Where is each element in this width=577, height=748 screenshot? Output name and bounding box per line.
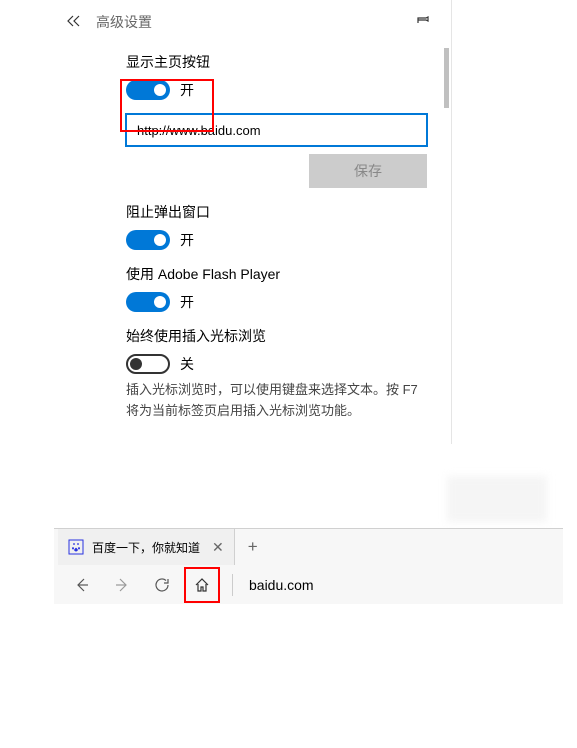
blurred-region xyxy=(447,476,547,522)
home-url-section: 保存 xyxy=(54,114,451,202)
address-separator xyxy=(232,574,233,596)
tab-title: 百度一下，你就知道 xyxy=(92,539,200,556)
block-popups-section: 阻止弹出窗口 开 xyxy=(54,202,451,264)
caret-browsing-label: 始终使用插入光标浏览 xyxy=(126,326,427,346)
save-button[interactable]: 保存 xyxy=(309,154,427,188)
new-tab-button[interactable]: + xyxy=(235,529,271,565)
browser-chrome: 百度一下，你就知道 ✕ + baidu.com xyxy=(54,528,563,604)
home-button[interactable] xyxy=(184,567,220,603)
nav-row: baidu.com xyxy=(54,565,563,605)
caret-browsing-section: 始终使用插入光标浏览 关 插入光标浏览时，可以使用键盘来选择文本。按 F7 将为… xyxy=(54,326,451,436)
refresh-button[interactable] xyxy=(144,567,180,603)
show-home-button-toggle-row: 开 xyxy=(126,80,427,100)
panel-title: 高级设置 xyxy=(96,12,415,32)
flash-state: 开 xyxy=(180,292,194,312)
show-home-button-section: 显示主页按钮 开 xyxy=(54,52,451,114)
baidu-favicon-icon xyxy=(68,539,84,555)
back-chevron-icon[interactable] xyxy=(66,14,82,30)
caret-browsing-toggle[interactable] xyxy=(126,354,170,374)
scrollbar-thumb[interactable] xyxy=(444,48,449,108)
tab-strip: 百度一下，你就知道 ✕ + xyxy=(54,529,563,565)
pin-icon[interactable] xyxy=(415,13,431,32)
panel-header: 高级设置 xyxy=(54,0,451,44)
tab-close-icon[interactable]: ✕ xyxy=(212,539,224,556)
home-url-input[interactable] xyxy=(126,114,427,146)
show-home-button-label: 显示主页按钮 xyxy=(126,52,427,72)
show-home-button-state: 开 xyxy=(180,80,194,100)
flash-toggle-row: 开 xyxy=(126,292,427,312)
address-bar-text[interactable]: baidu.com xyxy=(245,577,314,593)
show-home-button-toggle[interactable] xyxy=(126,80,170,100)
browser-tab[interactable]: 百度一下，你就知道 ✕ xyxy=(58,529,235,565)
flash-section: 使用 Adobe Flash Player 开 xyxy=(54,264,451,326)
caret-browsing-toggle-row: 关 xyxy=(126,354,427,374)
forward-button[interactable] xyxy=(104,567,140,603)
back-button[interactable] xyxy=(64,567,100,603)
block-popups-toggle-row: 开 xyxy=(126,230,427,250)
flash-label: 使用 Adobe Flash Player xyxy=(126,264,427,284)
block-popups-label: 阻止弹出窗口 xyxy=(126,202,427,222)
advanced-settings-panel: 高级设置 显示主页按钮 开 保存 阻止弹出窗口 开 xyxy=(54,0,452,444)
caret-browsing-help-text: 插入光标浏览时，可以使用键盘来选择文本。按 F7 将为当前标签页启用插入光标浏览… xyxy=(126,380,427,422)
block-popups-toggle[interactable] xyxy=(126,230,170,250)
panel-scroll-area: 显示主页按钮 开 保存 阻止弹出窗口 开 使用 Adobe Flash Play… xyxy=(54,44,451,444)
caret-browsing-state: 关 xyxy=(180,354,194,374)
flash-toggle[interactable] xyxy=(126,292,170,312)
block-popups-state: 开 xyxy=(180,230,194,250)
